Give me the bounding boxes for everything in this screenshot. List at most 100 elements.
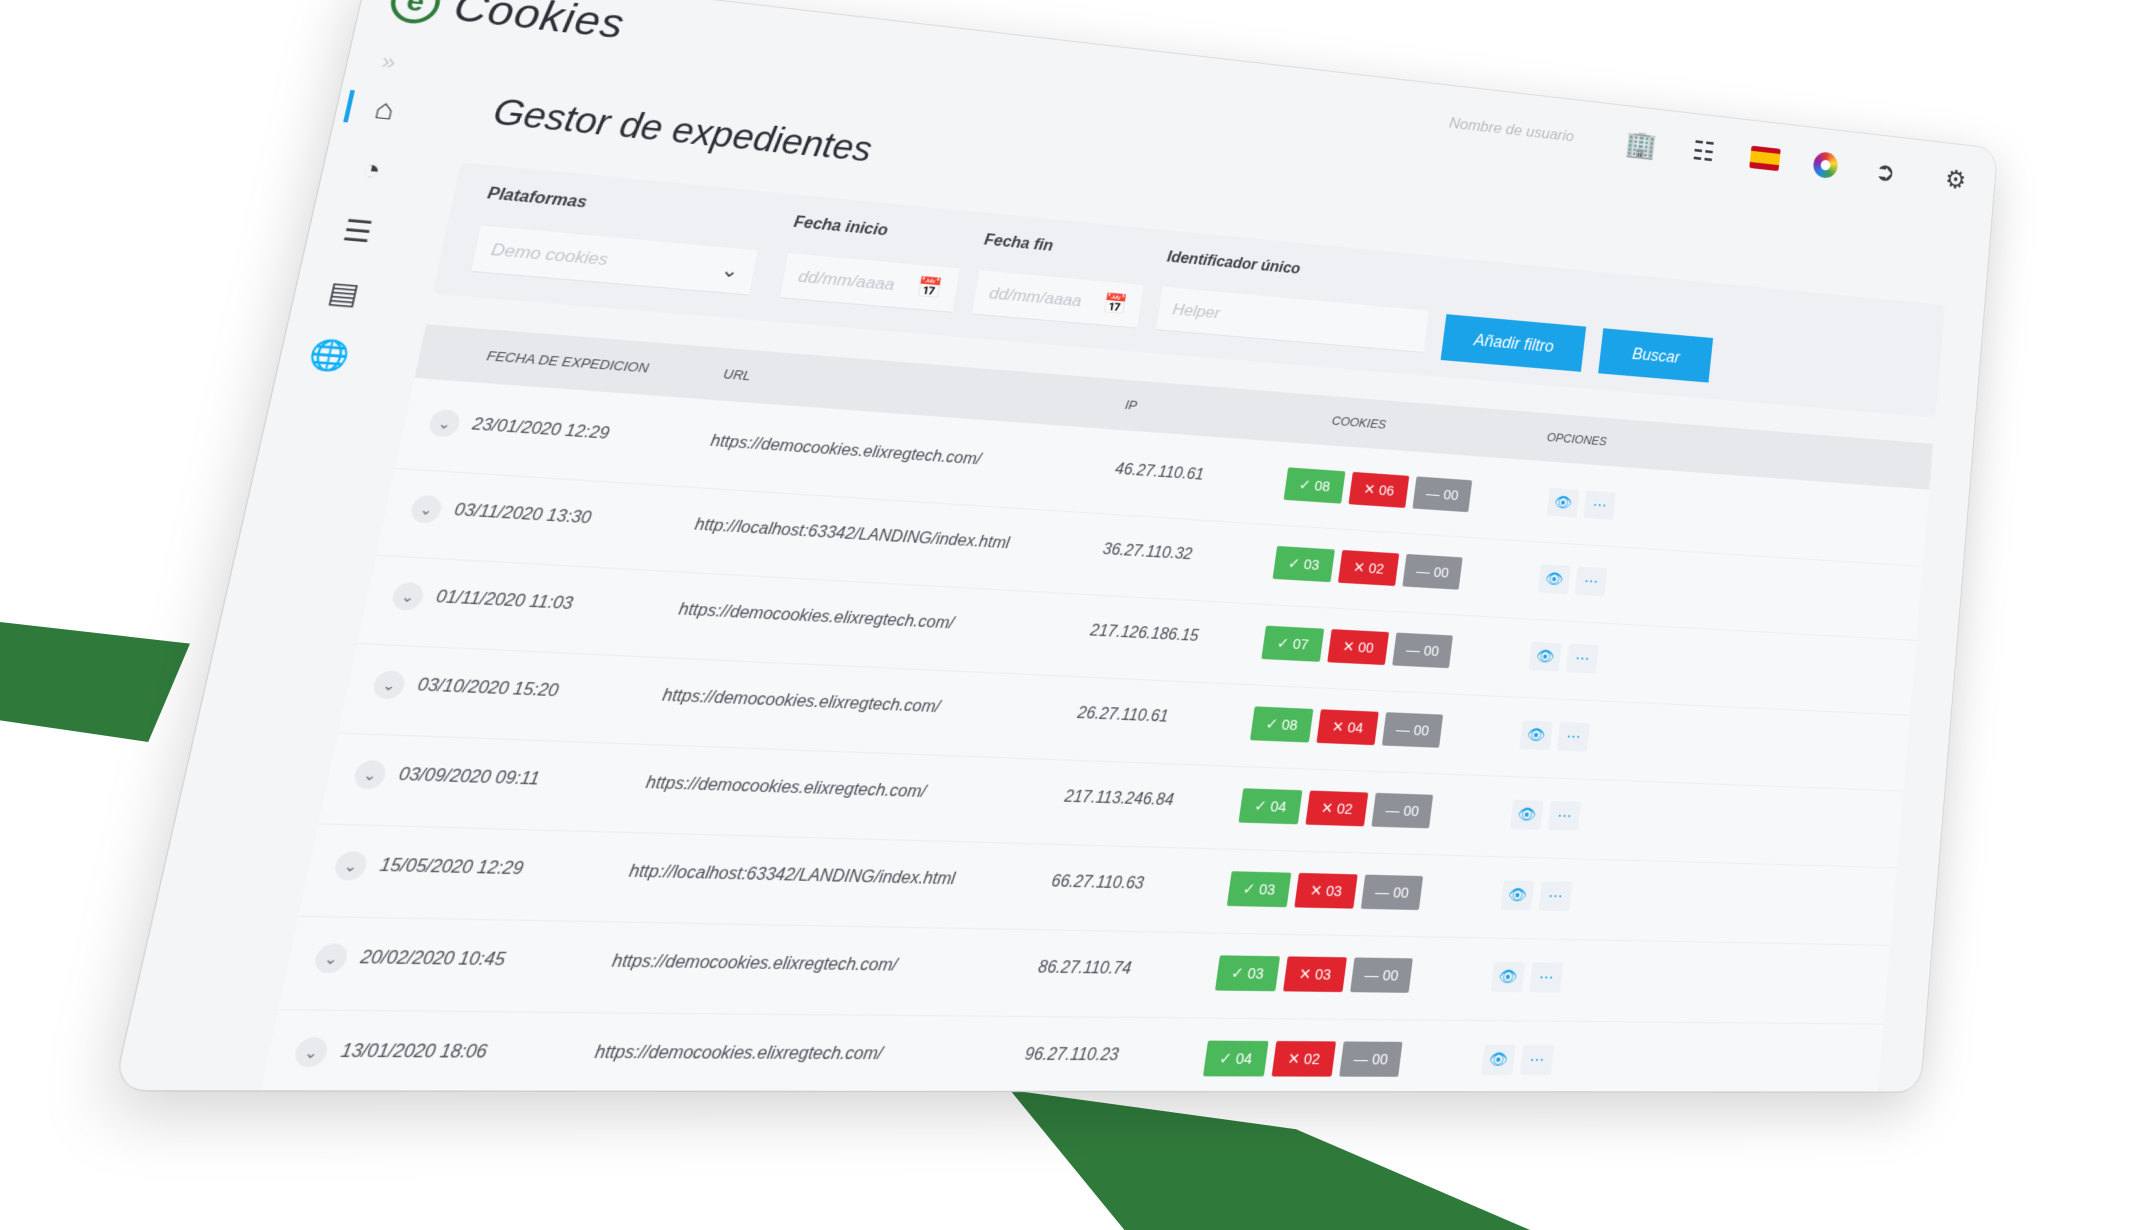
expand-sidebar-icon[interactable]: » xyxy=(379,49,398,76)
neutral-cookies-badge: — 00 xyxy=(1360,874,1424,911)
rejected-cookies-badge: ✕ 03 xyxy=(1294,872,1358,909)
rejected-cookies-badge: ✕ 02 xyxy=(1305,790,1369,827)
column-options[interactable]: OPCIONES xyxy=(1546,430,1607,448)
records-table: FECHA DE EXPEDICION URL IP COOKIES OPCIO… xyxy=(257,324,1934,1092)
neutral-cookies-badge: — 00 xyxy=(1381,712,1444,748)
app-window: e Cookies Nombre de usuario 🏢 ☷ ➲ ⚙ » ⌂ … xyxy=(114,0,1998,1092)
user-name[interactable]: Nombre de usuario xyxy=(1448,114,1575,146)
accepted-cookies-badge: ✓ 08 xyxy=(1283,467,1346,504)
row-url: http://localhost:63342/LANDING/index.htm… xyxy=(693,516,1011,553)
platform-value: Demo cookies xyxy=(489,239,610,269)
view-icon[interactable]: 👁 xyxy=(1500,880,1535,911)
row-date: 03/11/2020 13:30 xyxy=(452,501,593,528)
row-ip: 217.113.246.84 xyxy=(1063,788,1175,810)
row-url: https://democookies.elixregtech.com/ xyxy=(677,600,956,633)
unique-id-label: Identificador único xyxy=(1165,249,1302,278)
row-date: 23/01/2020 12:29 xyxy=(470,415,611,443)
more-options-icon[interactable]: ⋯ xyxy=(1565,643,1599,674)
table-row[interactable]: ⌄ 13/01/2020 18:06 https://democookies.eli… xyxy=(257,1009,1884,1092)
row-url: https://democookies.elixregtech.com/ xyxy=(660,686,942,717)
neutral-cookies-badge: — 00 xyxy=(1371,792,1434,829)
logout-icon[interactable]: ➲ xyxy=(1868,155,1902,189)
expand-row-icon[interactable]: ⌄ xyxy=(312,943,350,974)
expand-row-icon[interactable]: ⌄ xyxy=(390,581,426,612)
column-cookies[interactable]: COOKIES xyxy=(1331,413,1387,431)
rejected-cookies-badge: ✕ 02 xyxy=(1337,549,1400,586)
row-ip: 66.27.110.63 xyxy=(1050,872,1145,893)
row-date: 01/11/2020 11:03 xyxy=(434,588,575,614)
spain-flag-icon[interactable] xyxy=(1747,141,1783,175)
view-icon[interactable]: 👁 xyxy=(1546,487,1580,518)
globe-icon[interactable]: 🌐 xyxy=(300,330,360,380)
expand-row-icon[interactable]: ⌄ xyxy=(292,1037,330,1068)
row-date: 13/01/2020 18:06 xyxy=(339,1041,489,1063)
more-options-icon[interactable]: ⋯ xyxy=(1556,721,1591,752)
view-icon[interactable]: 👁 xyxy=(1528,641,1562,672)
neutral-cookies-badge: — 00 xyxy=(1412,476,1473,513)
start-date-label: Fecha inicio xyxy=(792,214,890,240)
more-options-icon[interactable]: ⋯ xyxy=(1538,881,1573,912)
row-date: 15/05/2020 12:29 xyxy=(378,856,525,879)
building-icon[interactable]: 🏢 xyxy=(1623,127,1660,162)
start-date-input[interactable]: dd/mm/aaaa 📅 xyxy=(779,253,960,313)
settings-icon[interactable]: ⚙ xyxy=(1939,163,1973,197)
row-date: 03/09/2020 09:11 xyxy=(397,765,541,789)
row-url: https://democookies.elixregtech.com/ xyxy=(644,774,928,802)
unique-id-placeholder: Helper xyxy=(1171,299,1222,322)
search-button[interactable]: Buscar xyxy=(1598,328,1714,383)
more-options-icon[interactable]: ⋯ xyxy=(1529,962,1564,993)
unique-id-input[interactable]: Helper xyxy=(1156,286,1429,353)
expand-row-icon[interactable]: ⌄ xyxy=(332,850,370,881)
rejected-cookies-badge: ✕ 04 xyxy=(1316,709,1379,746)
document-icon[interactable]: ▤ xyxy=(314,268,374,317)
add-filter-button[interactable]: Añadir filtro xyxy=(1440,314,1587,372)
accepted-cookies-badge: ✓ 07 xyxy=(1261,625,1325,662)
accepted-cookies-badge: ✓ 03 xyxy=(1214,955,1281,992)
row-url: https://democookies.elixregtech.com/ xyxy=(610,952,899,975)
grid-icon[interactable]: ☷ xyxy=(1685,134,1721,169)
rejected-cookies-badge: ✕ 02 xyxy=(1271,1041,1337,1077)
row-ip: 217.126.186.15 xyxy=(1088,622,1200,645)
expand-row-icon[interactable]: ⌄ xyxy=(351,759,389,790)
chart-icon[interactable]: ◔ xyxy=(342,146,401,195)
more-options-icon[interactable]: ⋯ xyxy=(1583,490,1616,521)
calendar-icon[interactable]: 📅 xyxy=(1101,291,1129,317)
main-content: Gestor de expedientes Plataformas Demo c… xyxy=(237,51,1961,1092)
row-ip: 26.27.110.61 xyxy=(1076,704,1170,726)
chevron-down-icon: ⌄ xyxy=(719,259,741,283)
row-url: https://democookies.elixregtech.com/ xyxy=(709,432,983,469)
view-icon[interactable]: 👁 xyxy=(1519,720,1553,751)
view-icon[interactable]: 👁 xyxy=(1537,564,1571,595)
neutral-cookies-badge: — 00 xyxy=(1392,632,1453,669)
view-icon[interactable]: 👁 xyxy=(1490,961,1526,993)
device-scene: e Cookies Nombre de usuario 🏢 ☷ ➲ ⚙ » ⌂ … xyxy=(0,0,2138,1223)
page-title: Gestor de expedientes xyxy=(489,91,875,170)
list-icon[interactable]: ☰ xyxy=(328,206,387,255)
color-wheel-icon[interactable] xyxy=(1808,148,1843,182)
end-date-label: Fecha fin xyxy=(982,232,1055,255)
row-date: 03/10/2020 15:20 xyxy=(415,676,560,701)
column-ip[interactable]: IP xyxy=(1124,397,1138,412)
end-date-input[interactable]: dd/mm/aaaa 📅 xyxy=(971,270,1144,329)
view-icon[interactable]: 👁 xyxy=(1509,799,1544,830)
accepted-cookies-badge: ✓ 03 xyxy=(1226,871,1292,908)
accepted-cookies-badge: ✓ 04 xyxy=(1238,788,1303,825)
column-date[interactable]: FECHA DE EXPEDICION xyxy=(485,348,650,376)
more-options-icon[interactable]: ⋯ xyxy=(1574,566,1608,597)
rejected-cookies-badge: ✕ 06 xyxy=(1348,471,1410,508)
home-icon[interactable]: ⌂ xyxy=(355,85,414,134)
view-icon[interactable]: 👁 xyxy=(1480,1044,1516,1076)
row-url: http://localhost:63342/LANDING/index.htm… xyxy=(627,862,957,889)
neutral-cookies-badge: — 00 xyxy=(1350,957,1413,993)
expand-row-icon[interactable]: ⌄ xyxy=(371,670,407,700)
accepted-cookies-badge: ✓ 03 xyxy=(1272,545,1335,583)
platform-select[interactable]: Demo cookies ⌄ xyxy=(471,225,758,296)
expand-row-icon[interactable]: ⌄ xyxy=(427,408,462,438)
more-options-icon[interactable]: ⋯ xyxy=(1519,1044,1555,1076)
calendar-icon[interactable]: 📅 xyxy=(915,275,944,301)
neutral-cookies-badge: — 00 xyxy=(1402,553,1463,590)
expand-row-icon[interactable]: ⌄ xyxy=(408,494,444,524)
column-url[interactable]: URL xyxy=(722,366,752,383)
start-date-placeholder: dd/mm/aaaa xyxy=(796,266,897,294)
more-options-icon[interactable]: ⋯ xyxy=(1547,800,1582,832)
